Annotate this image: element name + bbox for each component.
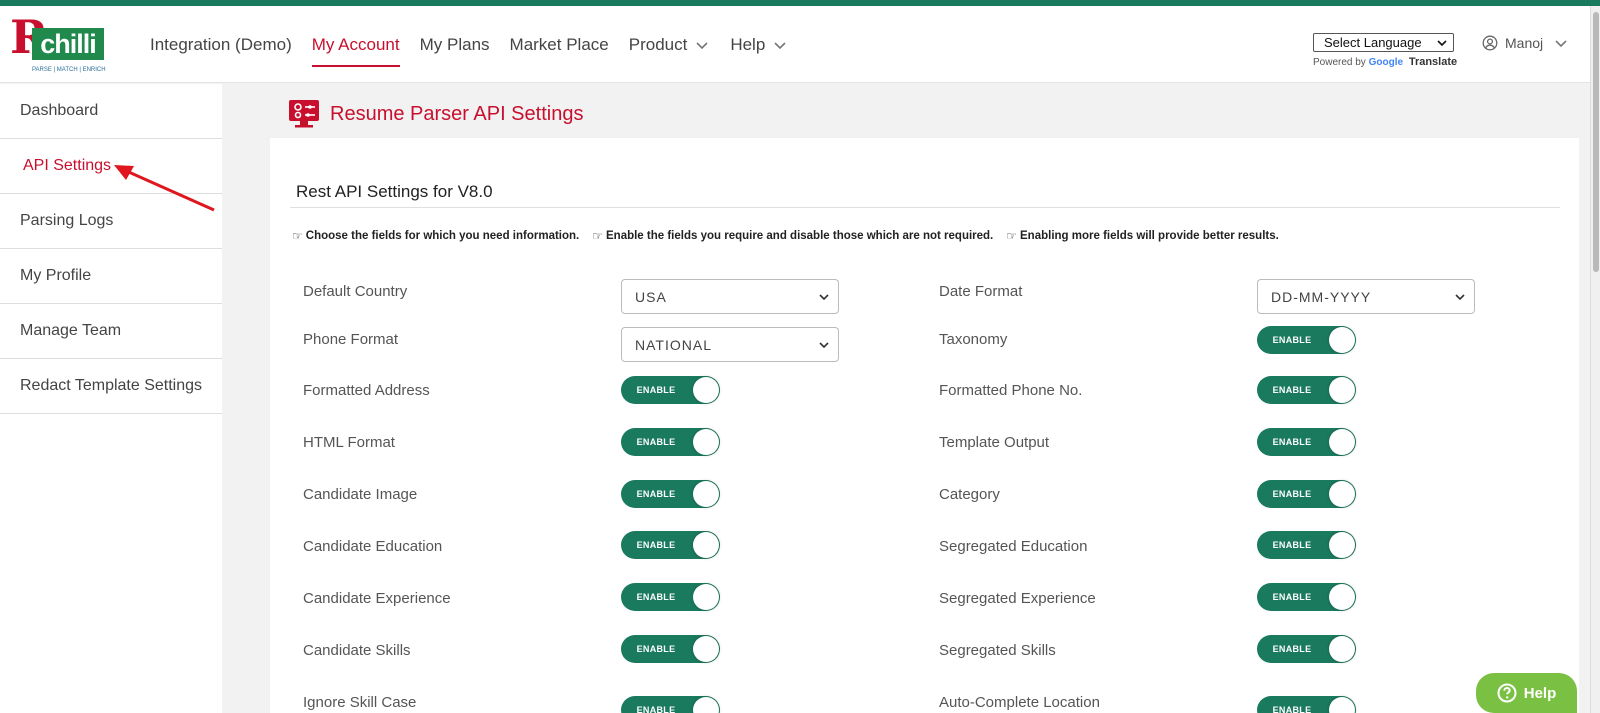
- label-formatted-address: Formatted Address: [303, 382, 430, 399]
- user-name: Manoj: [1505, 35, 1544, 51]
- section-divider: [290, 207, 1560, 208]
- auto-complete-location-toggle[interactable]: ENABLE: [1257, 696, 1356, 713]
- label-category: Category: [939, 486, 1000, 503]
- label-phone-format: Phone Format: [303, 331, 399, 348]
- hint-item: ☞ Enabling more fields will provide bette…: [1006, 229, 1279, 243]
- toggle-knob: [693, 532, 719, 558]
- logo-tagline: PARSE | MATCH | ENRICH: [32, 67, 106, 73]
- formatted-address-toggle[interactable]: ENABLE: [621, 376, 720, 404]
- label-candidate-image: Candidate Image: [303, 486, 418, 503]
- pointing-hand-icon: ☞: [1006, 229, 1018, 243]
- label-candidate-education: Candidate Education: [303, 538, 443, 555]
- page-scrollbar[interactable]: [1590, 6, 1600, 713]
- chevron-down-icon: [696, 41, 708, 49]
- powered-by-google: Powered by Google Translate: [1313, 56, 1458, 68]
- ignore-skill-case-toggle[interactable]: ENABLE: [621, 696, 720, 713]
- formatted-phone-no-toggle[interactable]: ENABLE: [1257, 376, 1356, 404]
- label-segregated-experience: Segregated Experience: [939, 590, 1096, 607]
- chevron-down-icon: [774, 41, 786, 49]
- scrollbar-thumb[interactable]: [1593, 12, 1599, 272]
- sidebar-item-my-profile[interactable]: My Profile: [0, 249, 222, 304]
- logo-word: chilli: [32, 28, 104, 60]
- question-circle-icon: [1497, 683, 1517, 703]
- sidebar-item-redact-template-settings[interactable]: Redact Template Settings: [0, 359, 222, 414]
- toggle-knob: [693, 377, 719, 403]
- nav-product[interactable]: Product: [619, 6, 721, 83]
- page-title: Resume Parser API Settings: [330, 102, 584, 125]
- google-translate-widget: Select Language Powered by Google Transl…: [1313, 33, 1457, 68]
- toggle-knob: [693, 636, 719, 662]
- nav-integration-demo[interactable]: Integration (Demo): [140, 6, 302, 83]
- label-date-format: Date Format: [939, 283, 1023, 300]
- chevron-down-icon: [819, 293, 829, 300]
- toggle-knob: [693, 697, 719, 713]
- segregated-education-toggle[interactable]: ENABLE: [1257, 531, 1356, 559]
- label-template-output: Template Output: [939, 434, 1050, 451]
- toggle-knob: [693, 584, 719, 610]
- template-output-toggle[interactable]: ENABLE: [1257, 428, 1356, 456]
- label-default-country: Default Country: [303, 283, 408, 300]
- toggle-knob: [1329, 429, 1355, 455]
- toggle-knob: [693, 481, 719, 507]
- translate-link[interactable]: Translate: [1409, 56, 1457, 68]
- hint-item: ☞ Enable the fields you require and disab…: [592, 229, 994, 243]
- section-title: Rest API Settings for V8.0: [296, 182, 493, 201]
- toggle-knob: [693, 429, 719, 455]
- hints-row: ☞ Choose the fields for which you need in…: [292, 229, 1292, 243]
- nav-help[interactable]: Help: [720, 6, 798, 83]
- chevron-down-icon: [1455, 293, 1465, 300]
- settings-monitor-icon: [289, 100, 319, 128]
- candidate-experience-toggle[interactable]: ENABLE: [621, 583, 720, 611]
- user-circle-icon: [1482, 35, 1498, 51]
- label-candidate-skills: Candidate Skills: [303, 642, 411, 659]
- toggle-knob: [1329, 532, 1355, 558]
- toggle-knob: [1329, 584, 1355, 610]
- rchilli-logo[interactable]: R chilli PARSE | MATCH | ENRICH: [10, 14, 106, 78]
- language-select[interactable]: Select Language: [1313, 33, 1454, 52]
- toggle-knob: [1329, 377, 1355, 403]
- toggle-knob: [1329, 636, 1355, 662]
- segregated-experience-toggle[interactable]: ENABLE: [1257, 583, 1356, 611]
- pointing-hand-icon: ☞: [592, 229, 603, 243]
- default-country-select[interactable]: USA: [621, 279, 839, 314]
- label-segregated-education: Segregated Education: [939, 538, 1088, 555]
- toggle-knob: [1329, 697, 1355, 713]
- candidate-image-toggle[interactable]: ENABLE: [621, 480, 720, 508]
- category-toggle[interactable]: ENABLE: [1257, 480, 1356, 508]
- label-formatted-phone-no: Formatted Phone No.: [939, 382, 1083, 399]
- label-auto-complete-location: Auto-Complete Location: [939, 694, 1100, 711]
- hint-item: ☞ Choose the fields for which you need in…: [292, 229, 580, 243]
- annotation-arrow-icon: [114, 165, 215, 212]
- google-logo-text: Google: [1368, 57, 1404, 68]
- html-format-toggle[interactable]: ENABLE: [621, 428, 720, 456]
- sidebar-item-manage-team[interactable]: Manage Team: [0, 304, 222, 359]
- sidebar-item-dashboard[interactable]: Dashboard: [0, 84, 222, 139]
- user-menu[interactable]: Manoj: [1482, 35, 1569, 51]
- help-widget-button[interactable]: Help: [1476, 673, 1577, 713]
- candidate-education-toggle[interactable]: ENABLE: [621, 531, 720, 559]
- chevron-down-icon: [1555, 40, 1567, 48]
- candidate-skills-toggle[interactable]: ENABLE: [621, 635, 720, 663]
- top-navbar: R chilli PARSE | MATCH | ENRICH Integrat…: [0, 6, 1590, 83]
- label-segregated-skills: Segregated Skills: [939, 642, 1056, 659]
- taxonomy-toggle[interactable]: ENABLE: [1257, 326, 1356, 354]
- label-html-format: HTML Format: [303, 434, 395, 451]
- segregated-skills-toggle[interactable]: ENABLE: [1257, 635, 1356, 663]
- date-format-select[interactable]: DD-MM-YYYY: [1257, 279, 1475, 314]
- label-candidate-experience: Candidate Experience: [303, 590, 451, 607]
- nav-market-place[interactable]: Market Place: [500, 6, 619, 83]
- phone-format-select[interactable]: NATIONAL: [621, 327, 839, 362]
- toggle-knob: [1329, 327, 1355, 353]
- nav-my-account[interactable]: My Account: [302, 6, 410, 83]
- pointing-hand-icon: ☞: [292, 229, 303, 243]
- label-ignore-skill-case: Ignore Skill Case: [303, 694, 417, 711]
- nav-my-plans[interactable]: My Plans: [410, 6, 500, 83]
- api-settings-card: Rest API Settings for V8.0 ☞ Choose the f…: [270, 138, 1579, 713]
- label-taxonomy: Taxonomy: [939, 331, 1008, 348]
- page-header: Resume Parser API Settings: [288, 99, 583, 129]
- toggle-knob: [1329, 481, 1355, 507]
- main-nav: Integration (Demo) My Account My Plans M…: [140, 6, 798, 83]
- chevron-down-icon: [1437, 39, 1447, 46]
- chevron-down-icon: [819, 341, 829, 348]
